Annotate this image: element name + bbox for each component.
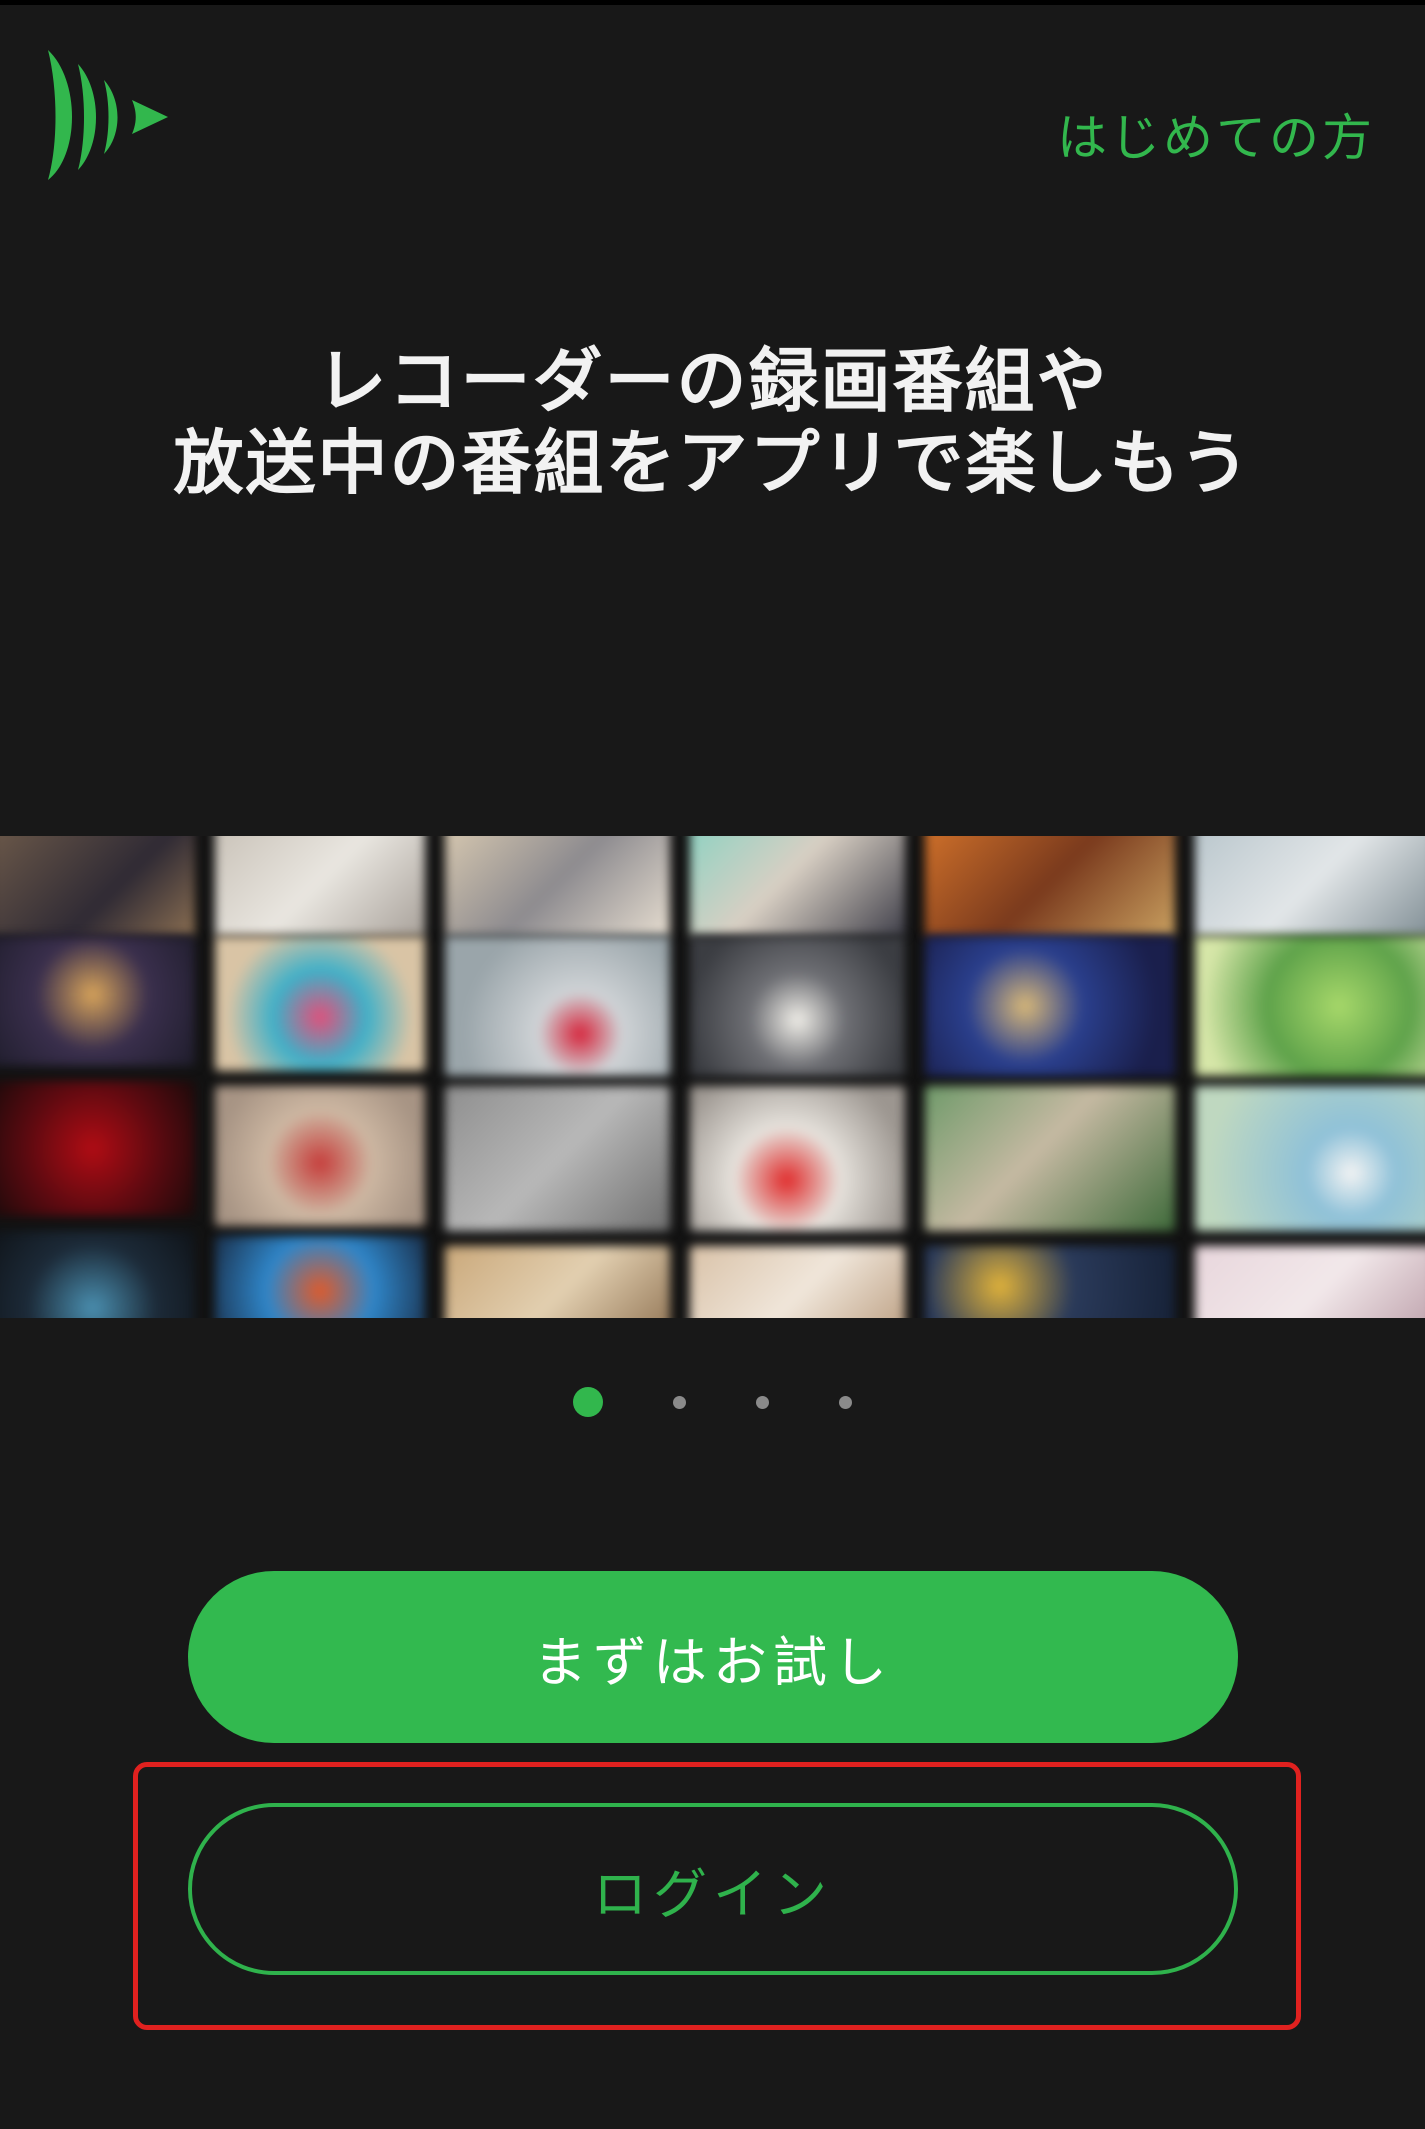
screen-tile bbox=[1195, 1246, 1425, 1318]
screen-tile bbox=[215, 1086, 425, 1226]
screen-tile bbox=[690, 1086, 905, 1231]
screen-tile bbox=[690, 936, 905, 1076]
screen-tile bbox=[925, 936, 1175, 1076]
page-dot[interactable] bbox=[673, 1395, 686, 1409]
login-button[interactable]: ログイン bbox=[188, 1803, 1238, 1975]
screen-tile bbox=[1195, 836, 1425, 936]
screen-tile bbox=[445, 836, 670, 936]
screen-tile bbox=[690, 1246, 905, 1318]
page-dot[interactable] bbox=[839, 1395, 852, 1409]
screen-tile bbox=[215, 836, 425, 936]
screen-tile bbox=[925, 1086, 1175, 1231]
screen-tile bbox=[925, 1246, 1175, 1318]
screen-tile bbox=[0, 1231, 195, 1318]
headline-line-2: 放送中の番組をアプリで楽しもう bbox=[173, 422, 1252, 504]
screen-tile bbox=[0, 836, 195, 936]
hero-headline: レコーダーの録画番組や 放送中の番組をアプリで楽しもう bbox=[0, 340, 1425, 504]
screen-tile bbox=[445, 1086, 670, 1231]
screen-tile bbox=[690, 836, 905, 936]
status-edge bbox=[0, 0, 1425, 5]
try-button[interactable]: まずはお試し bbox=[188, 1571, 1238, 1743]
first-time-link[interactable]: はじめての方 bbox=[1057, 98, 1375, 170]
screen-tile bbox=[1195, 1086, 1425, 1231]
screen-tile bbox=[215, 936, 425, 1071]
screen-tile bbox=[0, 936, 195, 1066]
screen-tile bbox=[925, 836, 1175, 936]
app-logo-icon bbox=[48, 50, 168, 180]
page-dot[interactable] bbox=[756, 1395, 769, 1409]
headline-line-1: レコーダーの録画番組や bbox=[316, 340, 1109, 422]
carousel-indicator bbox=[0, 1387, 1425, 1417]
screen-tile bbox=[445, 1246, 670, 1318]
screen-tile bbox=[445, 936, 670, 1076]
screen-tile bbox=[1195, 936, 1425, 1076]
page-dot-active[interactable] bbox=[573, 1387, 603, 1417]
screen-tile bbox=[0, 1081, 195, 1216]
screen-tile bbox=[215, 1236, 425, 1318]
carousel-image[interactable] bbox=[0, 836, 1425, 1318]
